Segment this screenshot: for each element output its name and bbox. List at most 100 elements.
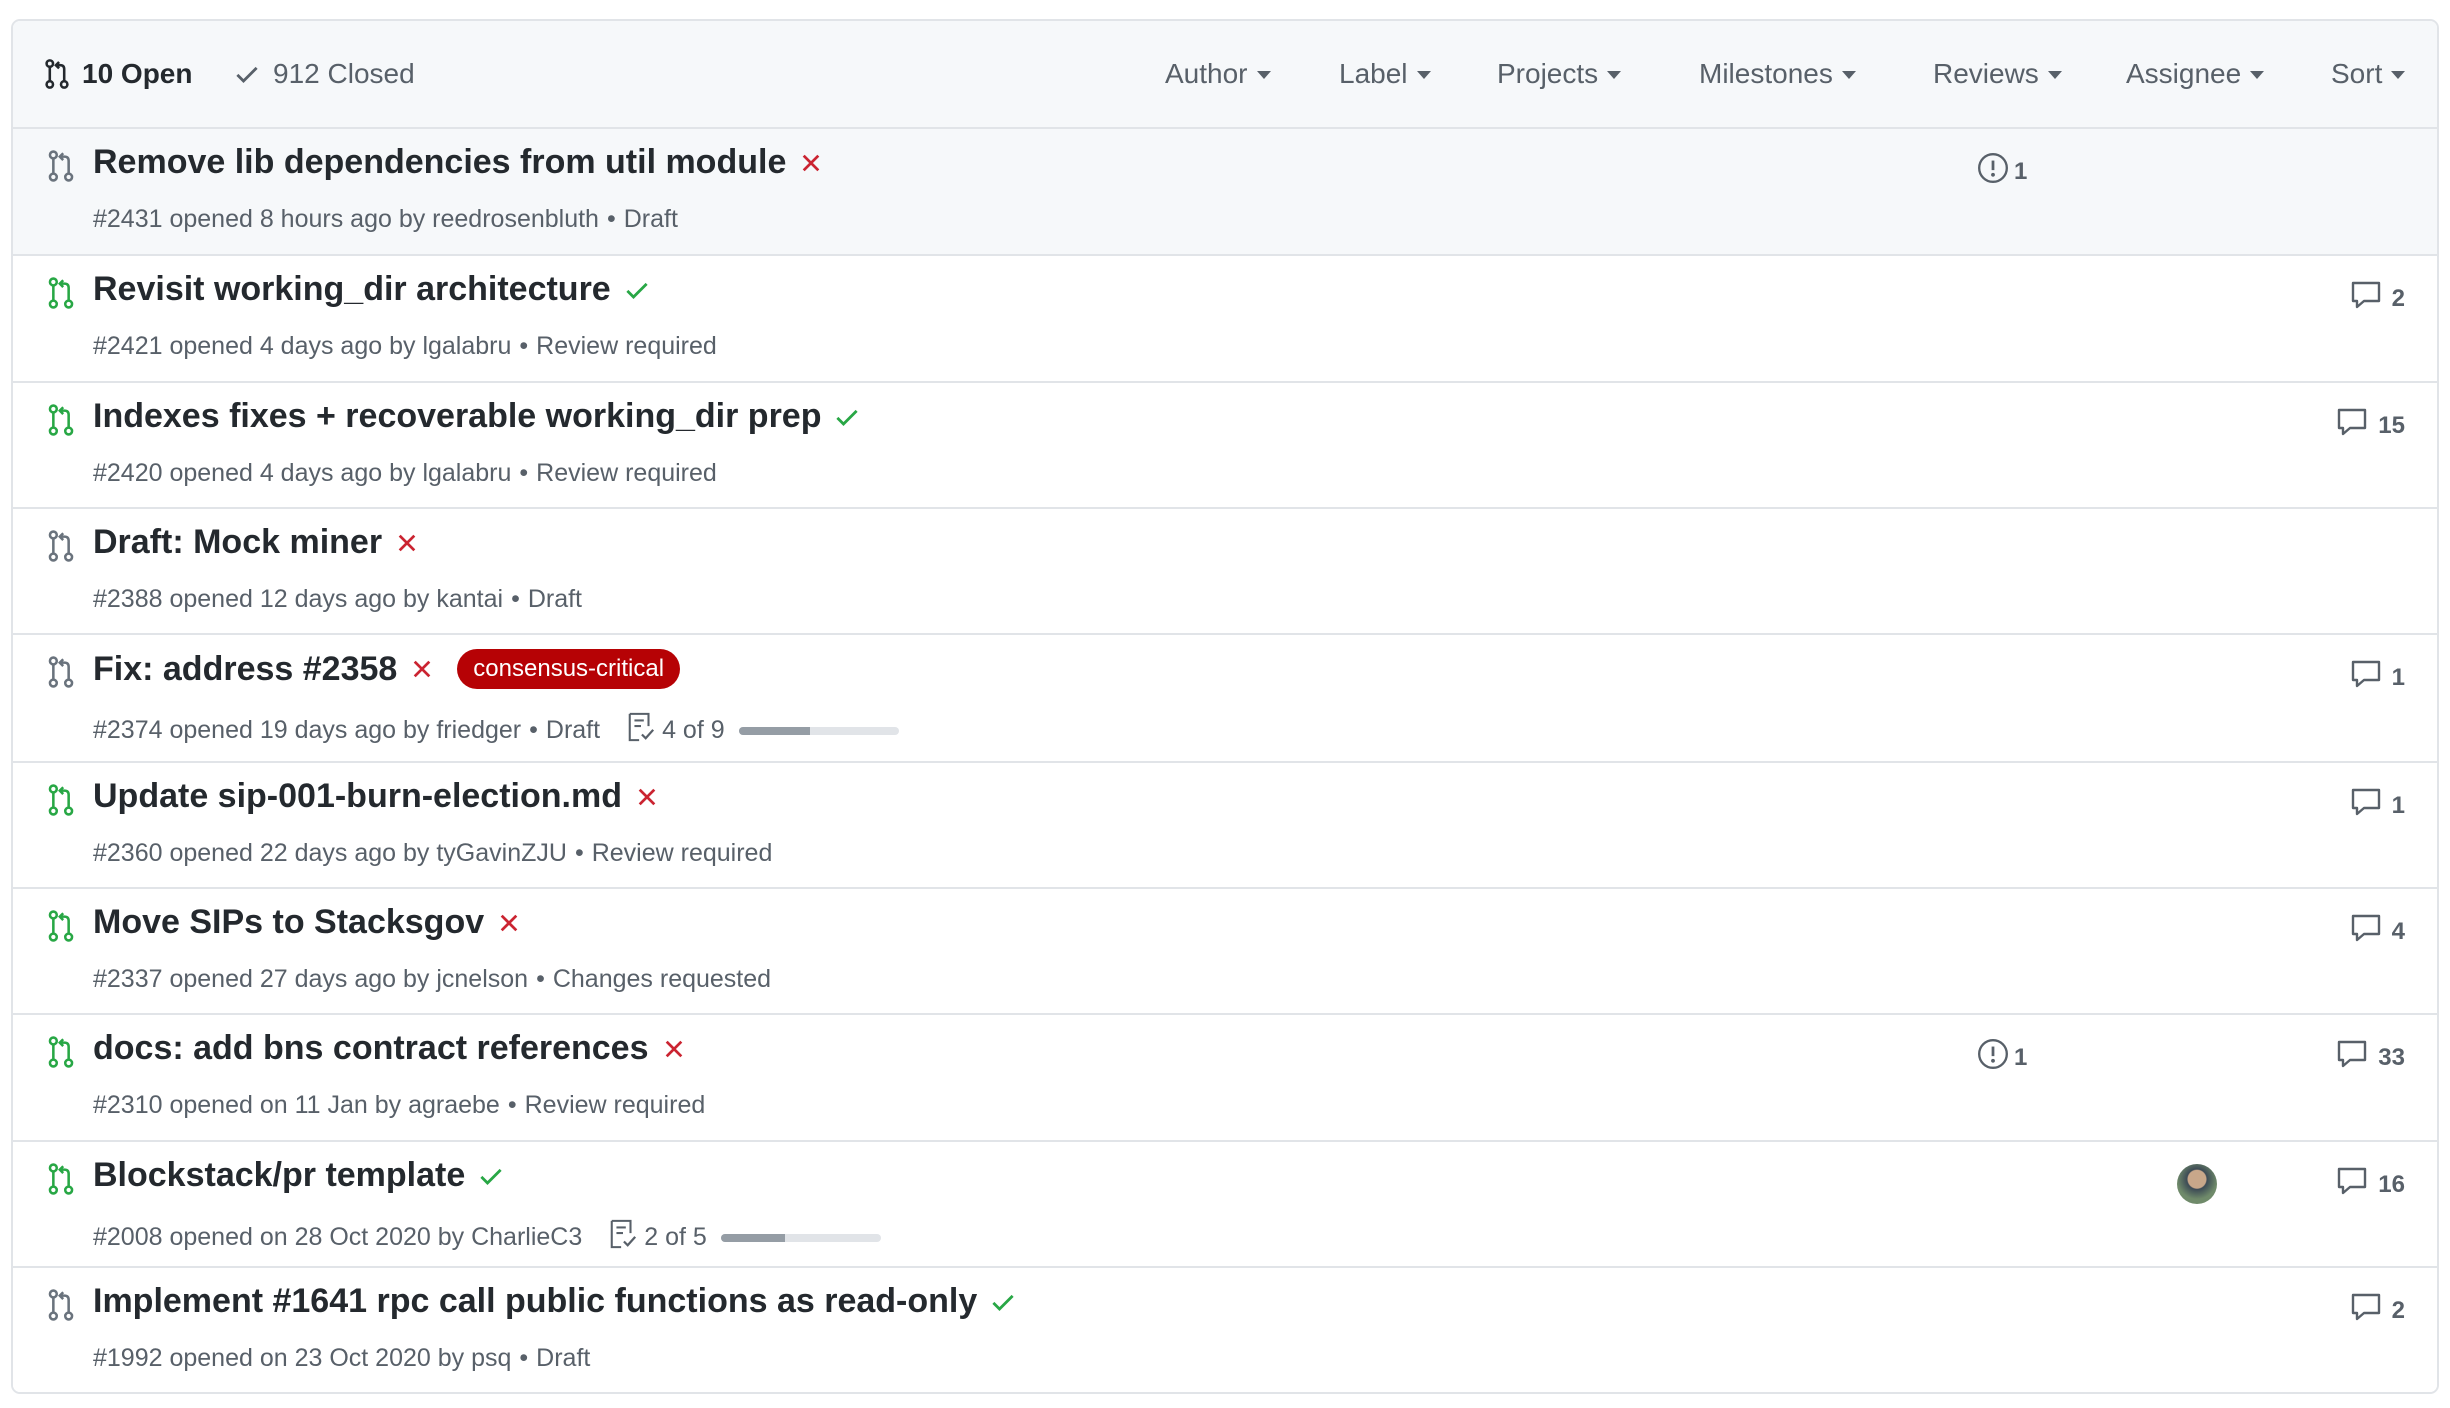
- pull-request-row[interactable]: Indexes fixes + recoverable working_dir …: [13, 383, 2437, 509]
- pr-opened-info: #2008 opened on 28 Oct 2020 by CharlieC3: [93, 1223, 583, 1251]
- pull-request-row[interactable]: Blockstack/pr template #2008 opened on 28…: [13, 1142, 2437, 1268]
- check-failed-icon[interactable]: [496, 910, 522, 936]
- separator-dot: •: [511, 585, 520, 613]
- check-failed-icon[interactable]: [394, 530, 420, 556]
- pull-request-row[interactable]: docs: add bns contract references #2310 o…: [13, 1015, 2437, 1142]
- comment-count-link[interactable]: 2: [2350, 280, 2405, 317]
- pr-title-line: Remove lib dependencies from util module: [93, 143, 824, 182]
- check-failed-icon[interactable]: [798, 150, 824, 176]
- assignee-avatar[interactable]: [2177, 1164, 2217, 1204]
- check-icon: [236, 66, 258, 83]
- check-failed-icon[interactable]: [409, 656, 435, 682]
- sort-filter[interactable]: Sort: [2331, 21, 2406, 127]
- pr-opened-info: #1992 opened on 23 Oct 2020 by psq: [93, 1344, 512, 1372]
- comment-count-link[interactable]: 15: [2336, 407, 2405, 444]
- closed-filter[interactable]: 912 Closed: [233, 21, 415, 127]
- check-passed-icon[interactable]: [477, 1162, 505, 1190]
- pr-opened-info: #2374 opened 19 days ago by friedger: [93, 716, 522, 744]
- label-filter[interactable]: Label: [1339, 21, 1431, 127]
- check-passed-icon[interactable]: [833, 403, 861, 431]
- comment-count-link[interactable]: 4: [2350, 913, 2405, 950]
- pr-review-state[interactable]: Review required: [525, 1091, 706, 1120]
- pull-request-row[interactable]: Update sip-001-burn-election.md #2360 ope…: [13, 763, 2437, 889]
- caret-down-icon: [1841, 71, 1856, 79]
- separator-dot: •: [507, 1091, 517, 1119]
- pr-review-state[interactable]: Draft: [536, 1344, 590, 1373]
- pull-request-row[interactable]: Fix: address #2358 consensus-critical #237…: [13, 635, 2437, 763]
- open-filter[interactable]: 10 Open: [44, 21, 192, 127]
- tasklist-icon: [608, 1218, 644, 1257]
- issue-opened-icon: [1976, 151, 2014, 192]
- assignee-filter[interactable]: Assignee: [2126, 21, 2265, 127]
- separator-dot: •: [519, 459, 529, 487]
- draft-pull-request-icon: [46, 529, 76, 563]
- task-progress: 4 of 9: [626, 711, 899, 750]
- comment-count-link[interactable]: 2: [2350, 1292, 2405, 1329]
- pr-meta: #1992 opened on 23 Oct 2020 by psq • Draft: [93, 1344, 590, 1373]
- pull-request-row[interactable]: Revisit working_dir architecture #2421 op…: [13, 256, 2437, 383]
- check-passed-icon[interactable]: [623, 276, 651, 304]
- filter-label: Author: [1165, 58, 1248, 89]
- pr-review-state[interactable]: Review required: [592, 839, 773, 868]
- comment-icon: [2350, 787, 2392, 824]
- comment-count: 1: [2391, 791, 2405, 819]
- separator-dot: •: [529, 716, 538, 744]
- author-filter[interactable]: Author: [1165, 21, 1271, 127]
- filter-label: Milestones: [1699, 58, 1833, 89]
- pr-opened-info: #2310 opened on 11 Jan by agraebe: [93, 1091, 500, 1119]
- task-progress-bar: [738, 726, 899, 735]
- pr-review-state[interactable]: Changes requested: [553, 965, 771, 994]
- task-count: 2 of 5: [644, 1223, 707, 1251]
- pr-title-line: Indexes fixes + recoverable working_dir …: [93, 397, 861, 436]
- pr-title-link[interactable]: docs: add bns contract references: [93, 1029, 649, 1068]
- pr-meta: #2310 opened on 11 Jan by agraebe • Review…: [93, 1091, 705, 1120]
- pr-review-state[interactable]: Draft: [528, 585, 582, 614]
- pr-label-badge[interactable]: consensus-critical: [457, 649, 681, 689]
- pr-review-state[interactable]: Review required: [536, 459, 717, 488]
- comment-icon: [2336, 1039, 2378, 1076]
- linked-issue[interactable]: 1: [1976, 1037, 2027, 1078]
- pull-request-row[interactable]: Remove lib dependencies from util module…: [13, 129, 2437, 256]
- reviews-filter[interactable]: Reviews: [1933, 21, 2062, 127]
- pr-meta: #2431 opened 8 hours ago by reedrosenblu…: [93, 205, 678, 234]
- pr-title-link[interactable]: Fix: address #2358: [93, 650, 397, 689]
- pr-title-line: Blockstack/pr template: [93, 1156, 505, 1195]
- check-failed-icon[interactable]: [661, 1036, 687, 1062]
- pr-title-link[interactable]: Update sip-001-burn-election.md: [93, 777, 622, 816]
- draft-pull-request-icon: [46, 1288, 76, 1322]
- pull-request-row[interactable]: Move SIPs to Stacksgov #2337 opened 27 da…: [13, 889, 2437, 1015]
- pr-title-line: docs: add bns contract references: [93, 1029, 687, 1068]
- pr-title-link[interactable]: Revisit working_dir architecture: [93, 270, 611, 309]
- pull-request-row[interactable]: Draft: Mock miner #2388 opened 12 days ag…: [13, 509, 2437, 635]
- open-pull-request-icon: [46, 1035, 76, 1069]
- projects-filter[interactable]: Projects: [1497, 21, 1622, 127]
- pr-title-link[interactable]: Blockstack/pr template: [93, 1156, 465, 1195]
- pr-review-state[interactable]: Draft: [546, 716, 600, 745]
- comment-count-link[interactable]: 1: [2350, 787, 2405, 824]
- pr-title-link[interactable]: Implement #1641 rpc call public function…: [93, 1282, 977, 1321]
- filter-label: Label: [1339, 58, 1408, 89]
- comment-count-link[interactable]: 16: [2336, 1166, 2405, 1203]
- pr-review-state[interactable]: Review required: [536, 332, 717, 361]
- comment-count: 33: [2378, 1043, 2405, 1071]
- caret-down-icon: [1416, 71, 1431, 79]
- pr-title-link[interactable]: Draft: Mock miner: [93, 523, 382, 562]
- pr-meta: #2008 opened on 28 Oct 2020 by CharlieC3…: [93, 1218, 881, 1257]
- milestones-filter[interactable]: Milestones: [1699, 21, 1856, 127]
- pull-request-row[interactable]: Implement #1641 rpc call public function…: [13, 1268, 2437, 1392]
- caret-down-icon: [1256, 71, 1271, 79]
- comment-count-link[interactable]: 33: [2336, 1039, 2405, 1076]
- pr-meta: #2421 opened 4 days ago by lgalabru • Revi…: [93, 332, 717, 361]
- linked-issue[interactable]: 1: [1976, 151, 2027, 192]
- pr-title-link[interactable]: Indexes fixes + recoverable working_dir …: [93, 397, 821, 436]
- pr-title-link[interactable]: Move SIPs to Stacksgov: [93, 903, 484, 942]
- separator-dot: •: [519, 1344, 529, 1372]
- separator-dot: •: [606, 205, 616, 233]
- comment-count-link[interactable]: 1: [2350, 659, 2405, 696]
- comment-icon: [2350, 1292, 2392, 1329]
- pr-review-state[interactable]: Draft: [624, 205, 678, 234]
- caret-down-icon: [2047, 71, 2062, 79]
- pr-title-link[interactable]: Remove lib dependencies from util module: [93, 143, 786, 182]
- check-passed-icon[interactable]: [989, 1288, 1017, 1316]
- check-failed-icon[interactable]: [634, 784, 660, 810]
